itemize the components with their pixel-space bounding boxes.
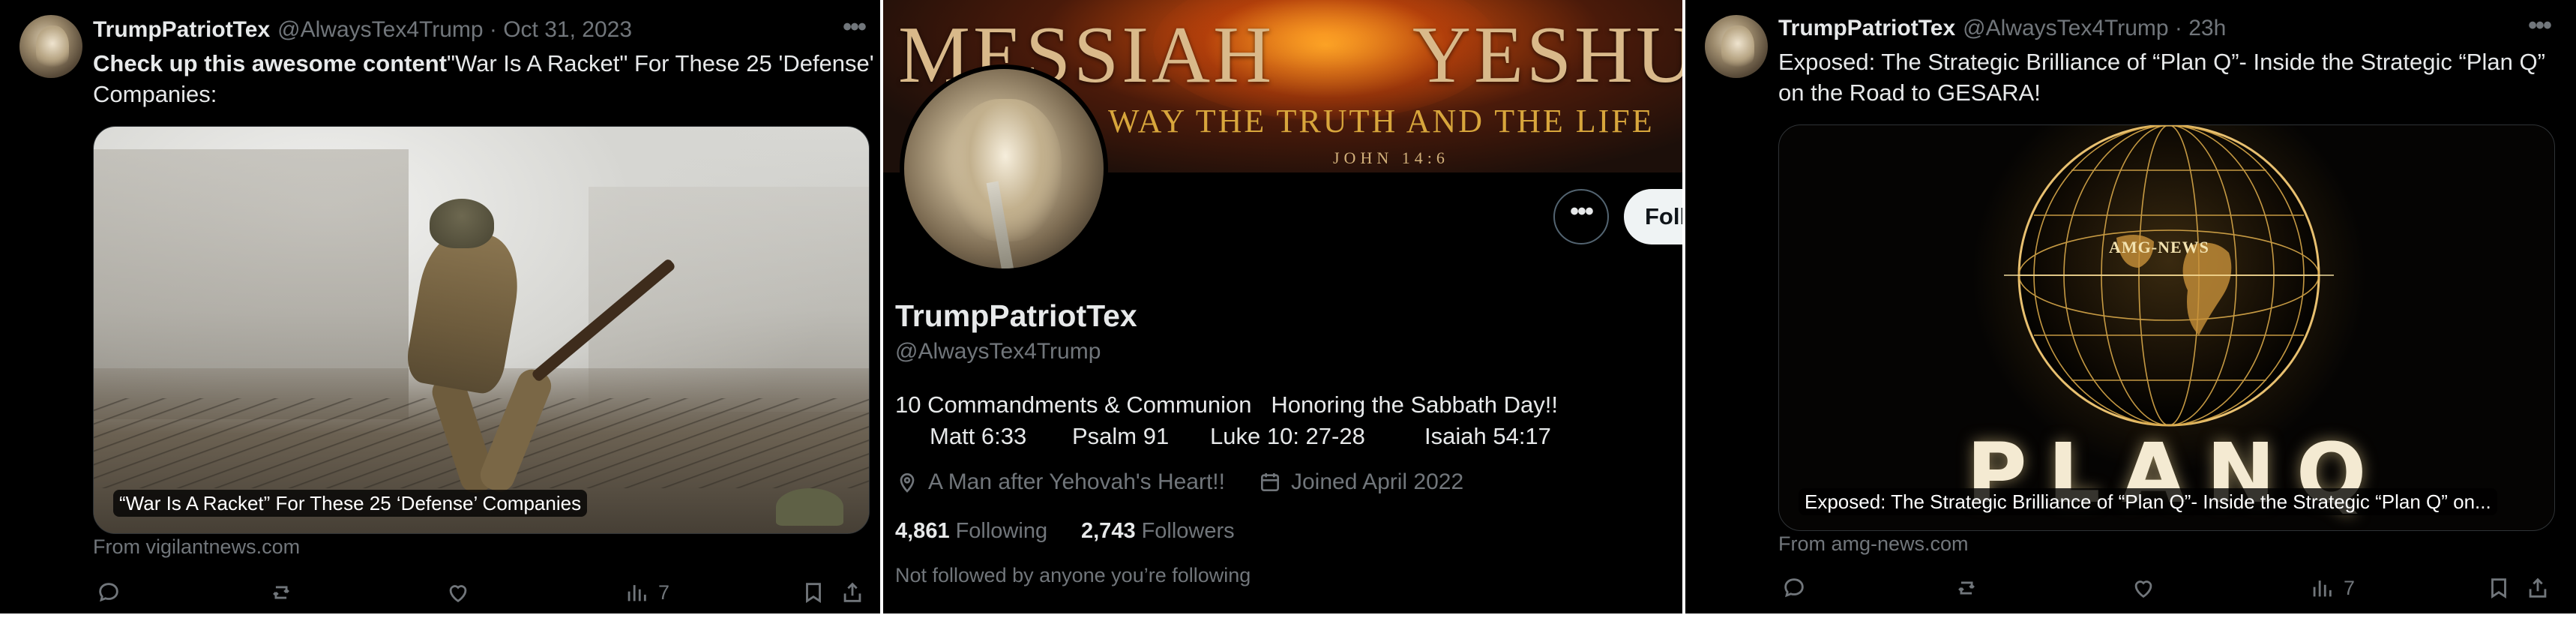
- profile-location: A Man after Yehovah's Heart!!: [895, 470, 1225, 495]
- more-horizontal-icon: •••: [1570, 197, 1594, 226]
- following-label: Following: [955, 519, 1048, 543]
- tweet-text-line2: Companies:: [93, 81, 217, 107]
- share-icon: [843, 582, 861, 602]
- following-link[interactable]: 4,861 Following: [895, 519, 1047, 544]
- followers-link[interactable]: 2,743 Followers: [1081, 519, 1235, 544]
- tweet-card-left[interactable]: TrumpPatriotTex @AlwaysTex4Trump · Oct 31…: [0, 0, 880, 614]
- reply-button[interactable]: [96, 576, 121, 609]
- reply-icon: [1784, 578, 1804, 598]
- bio-verse: Psalm 91: [1072, 423, 1170, 449]
- like-button[interactable]: [2131, 572, 2156, 604]
- tweet-text-line2: on the Road to GESARA!: [1778, 80, 2041, 106]
- views-count: 7: [658, 580, 670, 604]
- followers-label: Followers: [1141, 519, 1235, 543]
- link-card-media[interactable]: “War Is A Racket” For These 25 ‘Defense’…: [93, 126, 870, 534]
- photo-helmet-ground: [776, 488, 843, 526]
- tweet-text-bold: Check up this awesome content: [93, 50, 447, 76]
- link-source[interactable]: From amg-news.com: [1778, 532, 1969, 556]
- views-button[interactable]: 7: [624, 576, 669, 609]
- not-followed-note: Not followed by anyone you’re following: [895, 564, 1251, 586]
- more-options-icon[interactable]: •••: [835, 14, 873, 44]
- profile-bio-line1: 10 Commandments & Communion Honoring the…: [895, 392, 1558, 418]
- views-button[interactable]: 7: [2309, 572, 2355, 604]
- bookmark-icon: [2491, 578, 2506, 598]
- share-icon: [2529, 578, 2547, 598]
- author-handle-and-date[interactable]: @AlwaysTex4Trump · 23h: [1963, 16, 2226, 40]
- repost-button[interactable]: [1954, 572, 1979, 604]
- views-count: 7: [2344, 576, 2356, 599]
- banner-subtitle: WAY THE TRUTH AND THE LIFE: [1108, 103, 1655, 140]
- link-source[interactable]: From vigilantnews.com: [93, 536, 300, 559]
- media-logo-text: AMG-NEWS: [2109, 238, 2209, 256]
- profile-more-button[interactable]: •••: [1553, 189, 1609, 244]
- followers-count: 2,743: [1081, 519, 1136, 543]
- profile-avatar[interactable]: [900, 64, 1108, 273]
- author-display-name[interactable]: TrumpPatriotTex: [93, 17, 270, 42]
- profile-panel: MESSIAH YESHUA WAY THE TRUTH AND THE LIF…: [883, 0, 1682, 614]
- like-button[interactable]: [445, 576, 471, 609]
- reply-button[interactable]: [1781, 572, 1807, 604]
- author-avatar[interactable]: [1705, 15, 1768, 78]
- author-avatar[interactable]: [19, 15, 82, 78]
- globe-graphic: [2004, 125, 2334, 427]
- views-icon: [2313, 580, 2332, 597]
- profile-joined-text: Joined April 2022: [1291, 470, 1464, 494]
- tweet-text: Check up this awesome content"War Is A R…: [93, 48, 874, 110]
- bookmark-button[interactable]: [801, 576, 826, 609]
- share-button[interactable]: [2525, 572, 2551, 604]
- tweet-header: TrumpPatriotTex @AlwaysTex4Trump · 23h: [1778, 14, 2226, 44]
- tweet-actions-bar: 7: [1778, 572, 2566, 604]
- tweet-header: TrumpPatriotTex @AlwaysTex4Trump · Oct 31…: [93, 15, 632, 45]
- bookmark-icon: [806, 583, 821, 603]
- author-display-name[interactable]: TrumpPatriotTex: [1778, 16, 1955, 40]
- following-count: 4,861: [895, 519, 950, 543]
- profile-bio-verses: Matt 6:33 Psalm 91 Luke 10: 27-28 Isaiah…: [895, 423, 1551, 585]
- link-card-caption: Exposed: The Strategic Brilliance of “Pl…: [1799, 488, 2497, 515]
- banner-verse: JOHN 14:6: [1333, 148, 1449, 167]
- link-card-caption: “War Is A Racket” For These 25 ‘Defense’…: [113, 490, 588, 517]
- location-pin-icon: [900, 473, 915, 493]
- like-icon: [2134, 580, 2152, 598]
- reply-icon: [99, 583, 118, 602]
- repost-icon: [1958, 581, 1975, 595]
- profile-display-name: TrumpPatriotTex: [895, 298, 1137, 333]
- banner-title-right: YESHUA: [1412, 10, 1682, 100]
- repost-button[interactable]: [268, 576, 294, 609]
- repost-icon: [273, 586, 289, 599]
- tweet-text-line1: "War Is A Racket" For These 25 'Defense': [447, 50, 874, 76]
- tweet-text-line1: Exposed: The Strategic Brilliance of “Pl…: [1778, 49, 2545, 75]
- like-icon: [449, 585, 467, 603]
- profile-handle: @AlwaysTex4Trump: [895, 339, 1101, 364]
- bio-verse: Isaiah 54:17: [1424, 423, 1551, 449]
- more-options-icon[interactable]: •••: [2521, 13, 2558, 42]
- tweet-text: Exposed: The Strategic Brilliance of “Pl…: [1778, 46, 2545, 108]
- follow-button[interactable]: Follow: [1624, 189, 1682, 244]
- views-icon: [628, 585, 646, 602]
- author-handle-and-date[interactable]: @AlwaysTex4Trump · Oct 31, 2023: [277, 17, 632, 42]
- link-card-media[interactable]: AMG-NEWS PLANQ Exposed: The Strategic Br…: [1778, 124, 2555, 531]
- bio-verse: Matt 6:33: [930, 423, 1027, 449]
- profile-location-text: A Man after Yehovah's Heart!!: [928, 470, 1225, 494]
- tweet-actions-bar: 7: [93, 576, 880, 609]
- calendar-icon: [1261, 473, 1279, 491]
- bio-verse: Luke 10: 27-28: [1210, 423, 1365, 449]
- profile-joined: Joined April 2022: [1258, 470, 1463, 495]
- tweet-card-right[interactable]: TrumpPatriotTex @AlwaysTex4Trump · 23h ••…: [1685, 0, 2576, 614]
- bookmark-button[interactable]: [2486, 572, 2512, 604]
- photo-soldier-helmet: [430, 199, 494, 248]
- share-button[interactable]: [840, 576, 865, 609]
